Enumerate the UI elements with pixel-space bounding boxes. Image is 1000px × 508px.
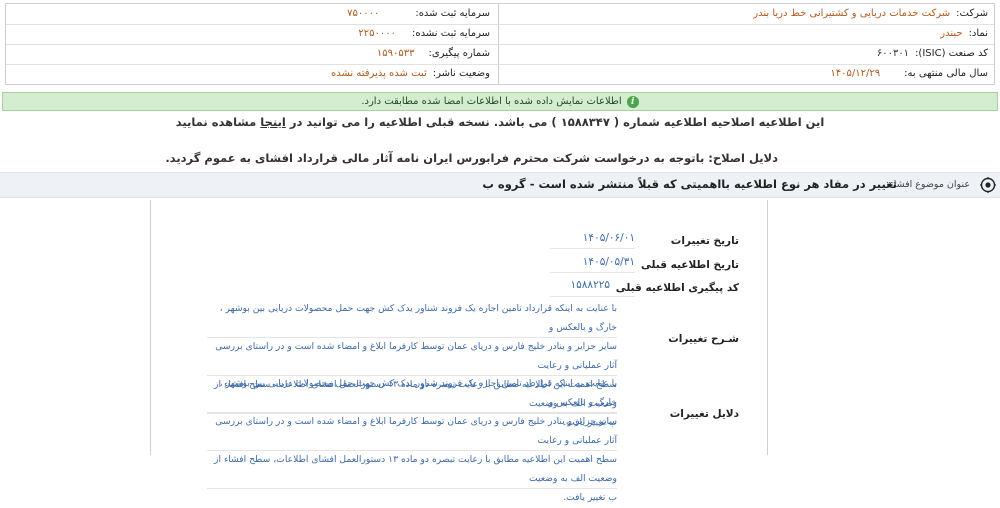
correction-notice-text: این اطلاعیه اصلاحیه اطلاعیه شماره ( ۱۵۸۸… bbox=[289, 115, 825, 129]
description-line: سایر جزایر و بنادر خلیج فارس و دریای عما… bbox=[207, 338, 617, 376]
change-details-panel: تاریخ تغییرات ۱۴۰۵/۰۶/۰۱ تاریخ اطلاعیه ق… bbox=[150, 200, 768, 503]
reasons-label: دلایل تغییرات bbox=[669, 408, 739, 420]
reasons-line: سطح اهمیت این اطلاعیه مطابق با رعایت تبص… bbox=[207, 451, 617, 489]
reasons-line: سایر جزایر و بنادر خلیج فارس و دریای عما… bbox=[207, 413, 617, 451]
company-label: شرکت: bbox=[956, 8, 988, 19]
subject-label: عنوان موضوع افشاء: bbox=[886, 179, 970, 190]
registered-capital-cell: سرمایه ثبت شده: ۷۵۰۰۰۰ bbox=[347, 4, 490, 24]
change-date-label: تاریخ تغییرات bbox=[670, 235, 739, 247]
info-row-company: شرکت: شرکت خدمات دریایی و کشتیرانی خط دری… bbox=[6, 4, 994, 25]
disclosure-subject-bar: عنوان موضوع افشاء: تغییر در مفاد هر نوع … bbox=[0, 172, 1000, 198]
divider bbox=[550, 296, 635, 297]
reasons-text: با عنایت به اینکه قرارداد تامین اجاره یک… bbox=[207, 375, 617, 508]
fiscal-year-cell: سال مالی منتهی به: ۱۴۰۵/۱۲/۲۹ bbox=[830, 64, 988, 84]
verification-banner: i اطلاعات نمایش داده شده با اطلاعات امضا … bbox=[2, 92, 998, 111]
prev-date-value: ۱۴۰۵/۰۵/۳۱ bbox=[582, 256, 635, 268]
publisher-status-cell: وضعیت ناشر: ثبت شده پذیرفته نشده bbox=[331, 64, 490, 84]
info-icon: i bbox=[626, 95, 639, 108]
company-value: شرکت خدمات دریایی و کشتیرانی خط دریا بند… bbox=[753, 8, 951, 19]
isic-label: کد صنعت (ISIC): bbox=[915, 48, 988, 59]
prev-tracking-value: ۱۵۸۸۲۲۵ bbox=[570, 279, 610, 291]
reasons-line: با عنایت به اینکه قرارداد تامین اجاره یک… bbox=[207, 375, 617, 413]
previous-version-link[interactable]: اینجا bbox=[260, 115, 286, 129]
correction-notice: این اطلاعیه اصلاحیه اطلاعیه شماره ( ۱۵۸۸… bbox=[0, 115, 1000, 129]
fiscal-year-value: ۱۴۰۵/۱۲/۲۹ bbox=[830, 68, 881, 79]
symbol-cell: نماد: حبندر bbox=[940, 24, 988, 44]
divider bbox=[550, 248, 635, 249]
unregistered-capital-cell: سرمایه ثبت نشده: ۲۲۵۰۰۰۰ bbox=[358, 24, 490, 44]
company-info-table: شرکت: شرکت خدمات دریایی و کشتیرانی خط دری… bbox=[5, 3, 995, 85]
info-row-fiscal: سال مالی منتهی به: ۱۴۰۵/۱۲/۲۹ وضعیت ناشر:… bbox=[6, 64, 994, 84]
target-icon bbox=[980, 177, 996, 193]
registered-capital-label: سرمایه ثبت شده: bbox=[415, 8, 490, 19]
unregistered-capital-label: سرمایه ثبت نشده: bbox=[412, 28, 490, 39]
symbol-label: نماد: bbox=[968, 28, 988, 39]
verification-text: اطلاعات نمایش داده شده با اطلاعات امضا ش… bbox=[361, 96, 622, 107]
fiscal-year-label: سال مالی منتهی به: bbox=[904, 68, 988, 79]
tracking-value: ۱۵۹۰۵۳۳ bbox=[376, 48, 415, 59]
tracking-cell: شماره پیگیری: ۱۵۹۰۵۳۳ bbox=[377, 44, 490, 64]
isic-cell: کد صنعت (ISIC): ۶۰۰۳۰۱ bbox=[877, 44, 988, 64]
description-line: با عنایت به اینکه قرارداد تامین اجاره یک… bbox=[207, 300, 617, 338]
reasons-line: ب تغییر یافت. bbox=[563, 492, 617, 503]
registered-capital-value: ۷۵۰۰۰۰ bbox=[347, 8, 380, 19]
isic-value: ۶۰۰۳۰۱ bbox=[876, 48, 910, 59]
correction-reason: دلایل اصلاح: باتوجه به درخواست شرکت محتر… bbox=[165, 151, 778, 165]
tracking-label: شماره پیگیری: bbox=[428, 48, 490, 59]
publisher-status-label: وضعیت ناشر: bbox=[432, 68, 490, 79]
prev-tracking-label: کد پیگیری اطلاعیه قبلی bbox=[615, 282, 739, 294]
correction-notice-suffix: مشاهده نمایید bbox=[175, 115, 257, 129]
divider bbox=[550, 272, 635, 273]
prev-date-label: تاریخ اطلاعیه قبلی bbox=[640, 259, 739, 271]
info-row-symbol: نماد: حبندر سرمایه ثبت نشده: ۲۲۵۰۰۰۰ bbox=[6, 24, 994, 45]
company-cell: شرکت: شرکت خدمات دریایی و کشتیرانی خط دری… bbox=[753, 4, 988, 24]
change-date-value: ۱۴۰۵/۰۶/۰۱ bbox=[582, 232, 635, 244]
unregistered-capital-value: ۲۲۵۰۰۰۰ bbox=[358, 28, 397, 39]
description-label: شـرح تغییرات bbox=[668, 333, 739, 345]
publisher-status-value: ثبت شده پذیرفته نشده bbox=[331, 68, 427, 79]
subject-value: تغییر در مفاد هر نوع اطلاعیه بااهمیتی که… bbox=[482, 177, 897, 191]
info-row-isic: کد صنعت (ISIC): ۶۰۰۳۰۱ شماره پیگیری: ۱۵۹۰۵… bbox=[6, 44, 994, 65]
symbol-value: حبندر bbox=[940, 28, 963, 39]
